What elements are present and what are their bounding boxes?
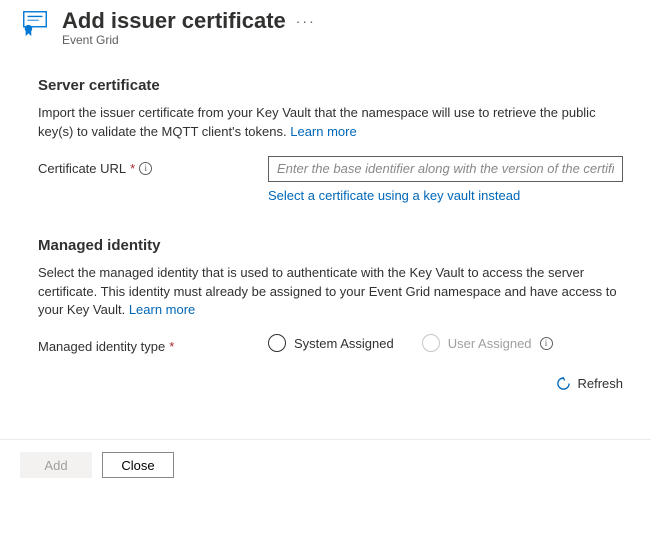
select-keyvault-link[interactable]: Select a certificate using a key vault i… [268, 188, 520, 203]
page-subtitle: Event Grid [62, 33, 631, 47]
learn-more-link[interactable]: Learn more [129, 302, 195, 317]
refresh-icon [556, 376, 571, 391]
more-menu[interactable]: ··· [296, 13, 316, 29]
managed-identity-section: Managed identity Select the managed iden… [38, 237, 623, 392]
server-certificate-section: Server certificate Import the issuer cer… [38, 77, 623, 203]
certificate-url-input[interactable] [268, 156, 623, 182]
section-description: Import the issuer certificate from your … [38, 104, 623, 142]
learn-more-link[interactable]: Learn more [290, 124, 356, 139]
refresh-button[interactable]: Refresh [38, 376, 623, 391]
radio-user-assigned: User Assigned i [422, 334, 553, 352]
radio-system-assigned[interactable]: System Assigned [268, 334, 394, 352]
info-icon[interactable]: i [139, 162, 152, 175]
certificate-url-label: Certificate URL * i [38, 156, 268, 176]
radio-icon [422, 334, 440, 352]
info-icon[interactable]: i [540, 337, 553, 350]
blade-header: Add issuer certificate ··· Event Grid [0, 0, 651, 57]
page-title: Add issuer certificate [62, 8, 286, 34]
section-heading: Server certificate [38, 77, 623, 94]
radio-icon [268, 334, 286, 352]
footer-actions: Add Close [0, 439, 651, 490]
add-button[interactable]: Add [20, 452, 92, 478]
close-button[interactable]: Close [102, 452, 174, 478]
managed-identity-type-label: Managed identity type * [38, 334, 268, 354]
section-heading: Managed identity [38, 237, 623, 254]
certificate-icon [20, 8, 50, 41]
section-description: Select the managed identity that is used… [38, 264, 623, 321]
